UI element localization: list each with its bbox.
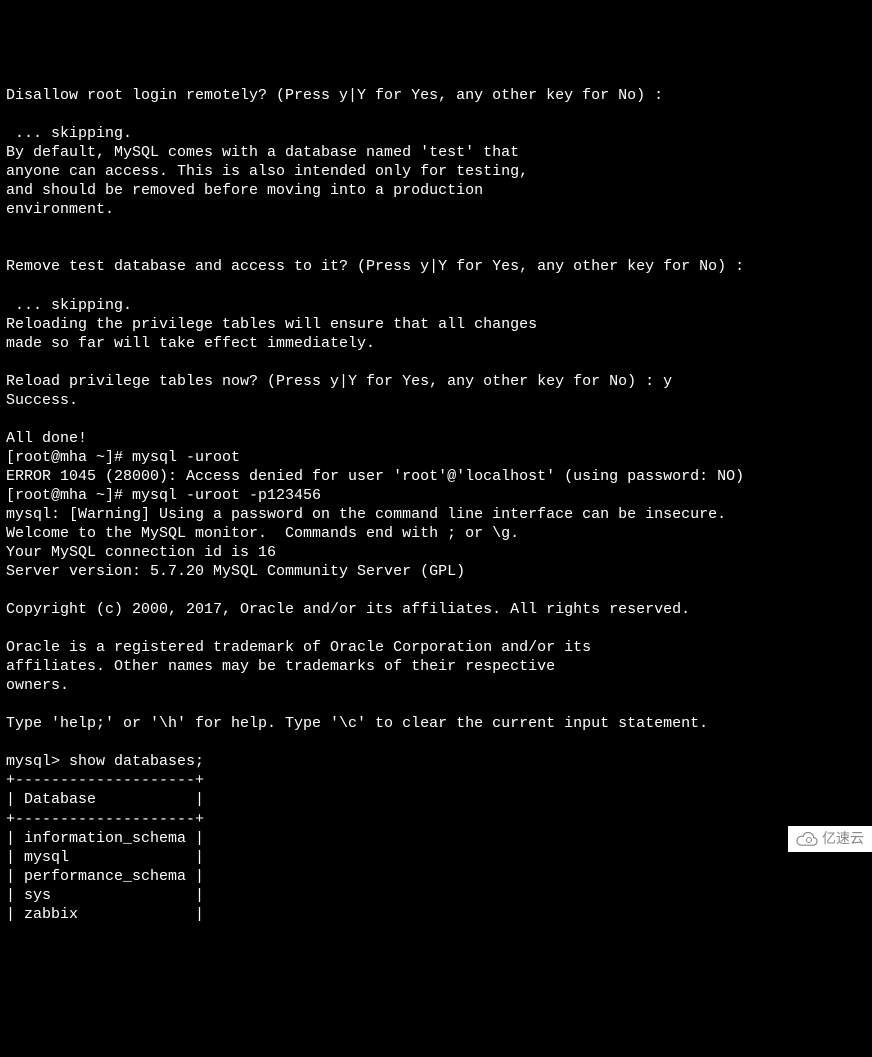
terminal-line: Disallow root login remotely? (Press y|Y… xyxy=(6,86,866,105)
terminal-line: By default, MySQL comes with a database … xyxy=(6,143,866,162)
terminal-line: Your MySQL connection id is 16 xyxy=(6,543,866,562)
terminal-line: made so far will take effect immediately… xyxy=(6,334,866,353)
watermark-text: 亿速云 xyxy=(822,830,864,848)
terminal-line: ... skipping. xyxy=(6,296,866,315)
terminal-line xyxy=(6,353,866,372)
terminal-line: anyone can access. This is also intended… xyxy=(6,162,866,181)
terminal-line: | Database | xyxy=(6,790,866,809)
terminal-line: Copyright (c) 2000, 2017, Oracle and/or … xyxy=(6,600,866,619)
watermark: 亿速云 xyxy=(788,826,872,852)
terminal-line: | zabbix | xyxy=(6,905,866,924)
terminal-line: Oracle is a registered trademark of Orac… xyxy=(6,638,866,657)
terminal-line: ERROR 1045 (28000): Access denied for us… xyxy=(6,467,866,486)
terminal-line: environment. xyxy=(6,200,866,219)
terminal-line xyxy=(6,733,866,752)
terminal-line: | performance_schema | xyxy=(6,867,866,886)
terminal-line: +--------------------+ xyxy=(6,771,866,790)
terminal-line xyxy=(6,695,866,714)
terminal-line: mysql> show databases; xyxy=(6,752,866,771)
terminal-line: +--------------------+ xyxy=(6,810,866,829)
terminal-line xyxy=(6,277,866,296)
terminal-line xyxy=(6,410,866,429)
terminal-line: Remove test database and access to it? (… xyxy=(6,257,866,276)
terminal-line: Welcome to the MySQL monitor. Commands e… xyxy=(6,524,866,543)
terminal-line xyxy=(6,105,866,124)
terminal-line: [root@mha ~]# mysql -uroot -p123456 xyxy=(6,486,866,505)
terminal-line: All done! xyxy=(6,429,866,448)
terminal-output[interactable]: Disallow root login remotely? (Press y|Y… xyxy=(6,86,866,924)
terminal-line: | sys | xyxy=(6,886,866,905)
terminal-line: ... skipping. xyxy=(6,124,866,143)
terminal-line xyxy=(6,219,866,238)
terminal-line xyxy=(6,238,866,257)
terminal-line: | information_schema | xyxy=(6,829,866,848)
terminal-line: | mysql | xyxy=(6,848,866,867)
terminal-line: [root@mha ~]# mysql -uroot xyxy=(6,448,866,467)
terminal-line: and should be removed before moving into… xyxy=(6,181,866,200)
terminal-line: Type 'help;' or '\h' for help. Type '\c'… xyxy=(6,714,866,733)
cloud-icon xyxy=(796,832,818,846)
terminal-line: owners. xyxy=(6,676,866,695)
terminal-line: Reloading the privilege tables will ensu… xyxy=(6,315,866,334)
terminal-line: Server version: 5.7.20 MySQL Community S… xyxy=(6,562,866,581)
terminal-line xyxy=(6,619,866,638)
terminal-line: Reload privilege tables now? (Press y|Y … xyxy=(6,372,866,391)
terminal-line xyxy=(6,581,866,600)
terminal-line: affiliates. Other names may be trademark… xyxy=(6,657,866,676)
terminal-line: Success. xyxy=(6,391,866,410)
terminal-line: mysql: [Warning] Using a password on the… xyxy=(6,505,866,524)
